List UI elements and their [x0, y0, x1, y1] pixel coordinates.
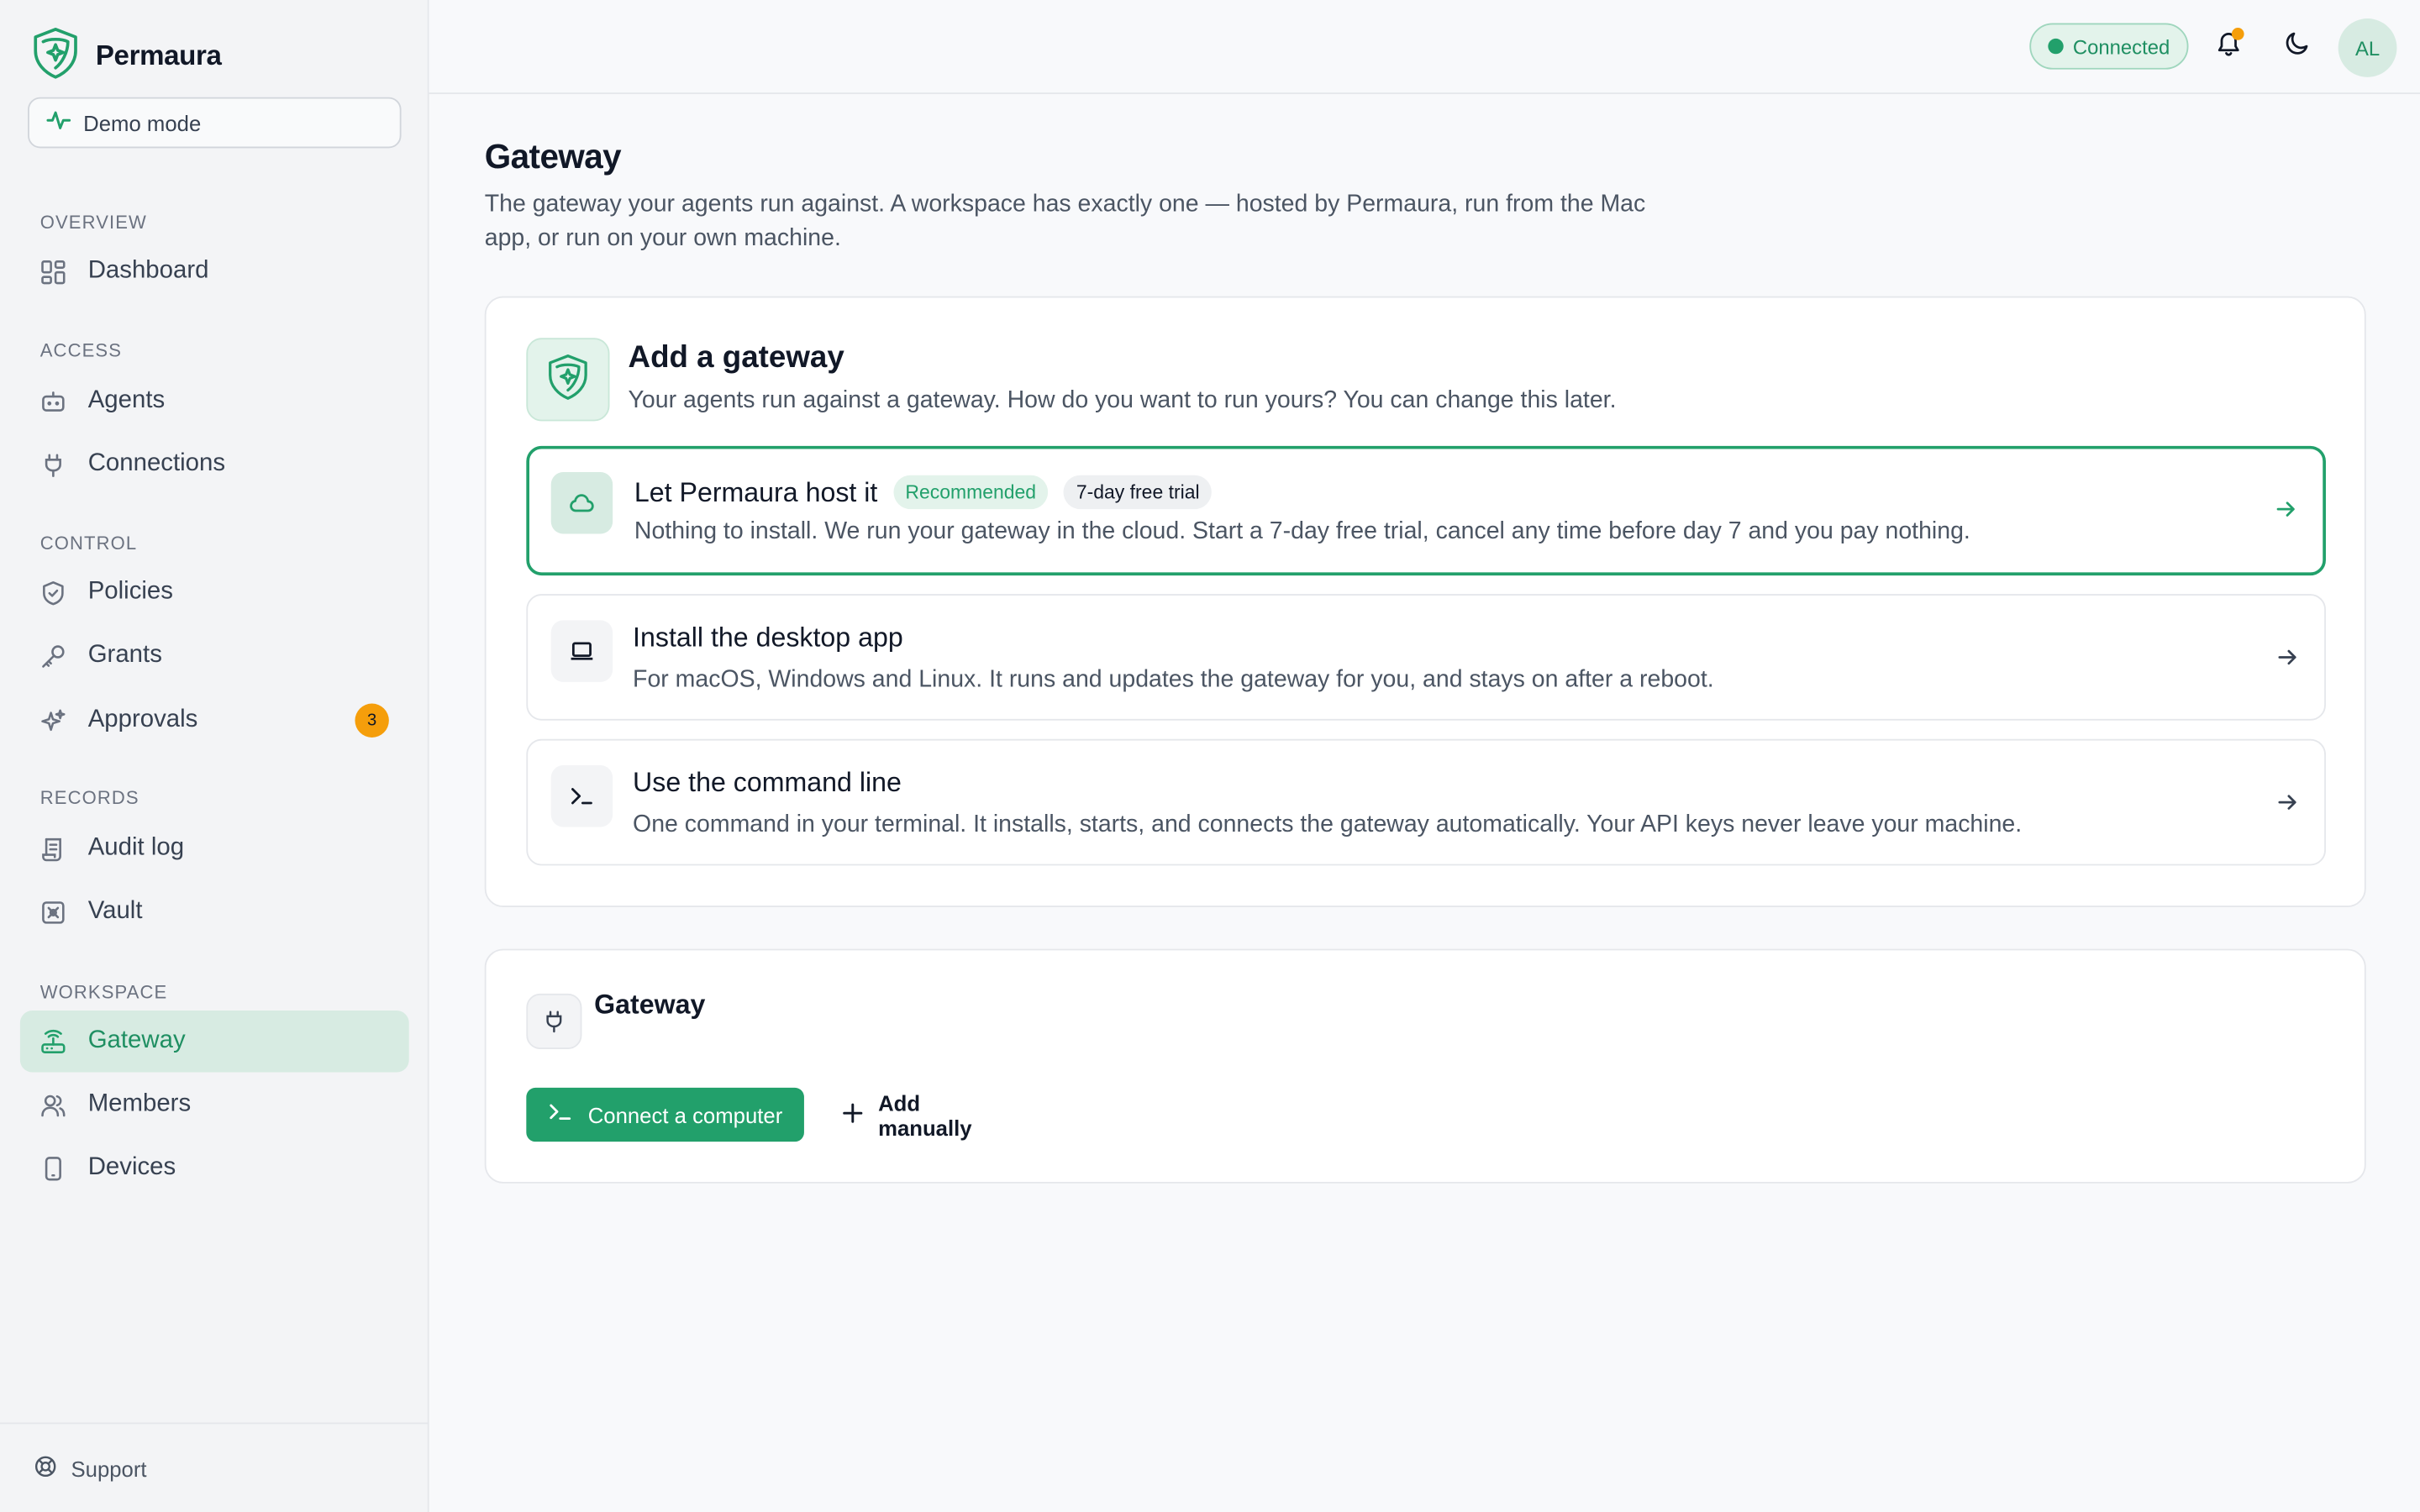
cloud-icon [550, 472, 613, 534]
sidebar-item-label: Policies [87, 578, 173, 605]
sidebar-item-label: Agents [87, 387, 166, 414]
gateway-card-title: Gateway [594, 989, 706, 1021]
option-hosted[interactable]: Let Permaura host it Recommended 7-day f… [526, 445, 2326, 576]
add-gateway-logo-tile [526, 338, 610, 422]
approvals-count-badge: 3 [355, 703, 389, 738]
plug-icon [40, 451, 66, 477]
sidebar-item-approvals[interactable]: Approvals 3 [20, 690, 409, 751]
sidebar-item-label: Connections [87, 450, 226, 477]
notification-dot [2231, 28, 2244, 40]
vault-icon [40, 899, 66, 925]
activity-icon [46, 108, 71, 138]
add-gateway-card: Add a gateway Your agents run against a … [484, 296, 2366, 907]
arrow-right-icon [2275, 645, 2299, 669]
scroll-icon [40, 836, 66, 862]
sidebar-item-members[interactable]: Members [20, 1074, 409, 1135]
moon-icon [2284, 29, 2312, 64]
sidebar-item-label: Audit log [87, 834, 185, 861]
option-hosted-title-row: Let Permaura host it Recommended 7-day f… [634, 475, 1213, 510]
key-icon [40, 643, 66, 669]
sidebar-item-policies[interactable]: Policies [20, 562, 409, 623]
shield-check-icon [40, 580, 66, 606]
arrow-right-icon [2275, 790, 2299, 814]
support-link[interactable]: Support [0, 1422, 429, 1512]
router-icon [40, 1028, 66, 1054]
sidebar-item-devices[interactable]: Devices [20, 1137, 409, 1199]
arrow-right-icon [2274, 496, 2298, 521]
plug-icon [526, 993, 582, 1049]
sidebar-item-vault[interactable]: Vault [20, 881, 409, 942]
add-manually-label: Add manually [878, 1089, 972, 1140]
support-label: Support [71, 1455, 147, 1481]
sidebar-item-label: Grants [87, 642, 162, 669]
bot-icon [40, 388, 66, 414]
connect-computer-label: Connect a computer [587, 1102, 783, 1127]
demo-mode-label: Demo mode [83, 110, 202, 135]
dashboard-icon [40, 259, 66, 285]
trial-badge: 7-day free trial [1064, 475, 1213, 510]
sidebar-item-connections[interactable]: Connections [20, 433, 409, 495]
permaura-logo-icon [544, 351, 593, 408]
add-manually-button[interactable]: Add manually [835, 1088, 1018, 1142]
sidebar-item-audit-log[interactable]: Audit log [20, 817, 409, 879]
sidebar-item-grants[interactable]: Grants [20, 625, 409, 686]
option-command-line[interactable]: Use the command line One command in your… [526, 738, 2326, 866]
gateway-card: Gateway Connect a computer Add manually [484, 948, 2366, 1184]
demo-mode-button[interactable]: Demo mode [28, 97, 402, 149]
users-icon [40, 1091, 66, 1117]
option-desktop-app-description: For macOS, Windows and Linux. It runs an… [633, 666, 1714, 693]
option-desktop-app-title: Install the desktop app [633, 622, 903, 653]
sidebar-item-label: Approvals [87, 706, 198, 733]
phone-icon [40, 1155, 66, 1181]
terminal-icon [550, 765, 613, 827]
avatar[interactable]: AL [2338, 18, 2397, 77]
permaura-logo-icon [28, 24, 83, 87]
sidebar-item-gateway[interactable]: Gateway [19, 1011, 409, 1073]
add-gateway-title: Add a gateway [628, 340, 844, 375]
option-command-line-title: Use the command line [633, 766, 902, 798]
option-command-line-description: One command in your terminal. It install… [633, 811, 2023, 838]
section-workspace: Workspace [39, 981, 168, 1003]
recommended-badge: Recommended [892, 475, 1049, 510]
lifebuoy-icon [34, 1454, 57, 1482]
sparkles-icon [40, 707, 66, 733]
section-records: Records [39, 786, 139, 809]
section-access: Access [39, 339, 123, 361]
status-dot-icon [2048, 38, 2064, 55]
sidebar-item-agents[interactable]: Agents [20, 370, 409, 432]
page-title: Gateway [484, 137, 622, 176]
terminal-icon [548, 1100, 572, 1130]
sidebar-item-label: Vault [87, 897, 143, 925]
sidebar-item-label: Devices [87, 1153, 176, 1181]
topbar: Connected AL [429, 0, 2420, 95]
option-hosted-description: Nothing to install. We run your gateway … [634, 518, 1970, 545]
sidebar-item-label: Gateway [87, 1027, 186, 1054]
connection-status-badge: Connected [2029, 23, 2189, 70]
sidebar: Permaura Demo mode Overview Dashboard Ac… [0, 0, 429, 1512]
app-root: Permaura Demo mode Overview Dashboard Ac… [0, 0, 2420, 1512]
plus-icon [841, 1101, 865, 1129]
laptop-icon [550, 620, 613, 682]
sidebar-item-dashboard[interactable]: Dashboard [20, 241, 409, 302]
brand-name: Permaura [95, 39, 222, 71]
section-control: Control [39, 532, 138, 554]
page-description: The gateway your agents run against. A w… [484, 191, 1646, 252]
option-hosted-title: Let Permaura host it [634, 475, 878, 507]
brand[interactable]: Permaura [28, 24, 222, 87]
add-gateway-subtitle: Your agents run against a gateway. How d… [628, 387, 1617, 414]
notifications-button[interactable] [2204, 22, 2254, 71]
connect-computer-button[interactable]: Connect a computer [526, 1087, 804, 1142]
sidebar-item-label: Members [87, 1090, 192, 1117]
theme-toggle-button[interactable] [2274, 22, 2323, 71]
connection-status-label: Connected [2072, 34, 2170, 58]
section-overview: Overview [39, 211, 147, 234]
sidebar-item-label: Dashboard [87, 257, 209, 284]
option-desktop-app[interactable]: Install the desktop app For macOS, Windo… [526, 594, 2326, 721]
